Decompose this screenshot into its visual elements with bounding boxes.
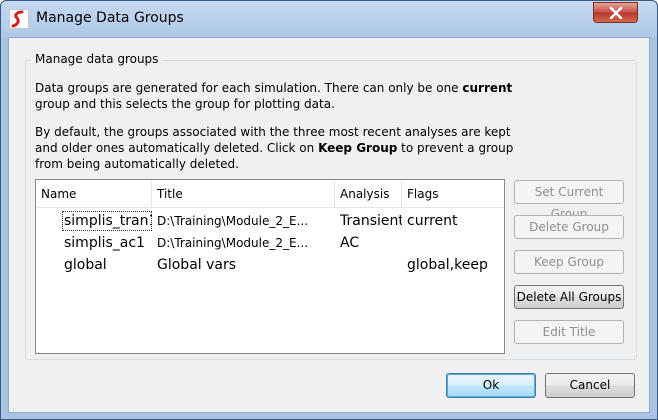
cell-flags: global,keep [407,257,488,273]
cell-title: D:\Training\Module_2_E... [157,214,309,228]
para1-text-1: Data groups are generated for each simul… [35,81,463,95]
description-paragraph-2: By default, the groups associated with t… [35,124,515,172]
cell-flags [407,232,502,254]
close-button[interactable] [593,2,638,23]
cell-analysis: AC [340,235,360,251]
data-groups-list[interactable]: Name Title Analysis Flags simplis_tran1 … [35,179,505,354]
cell-analysis [340,254,402,276]
cancel-button[interactable]: Cancel [545,373,635,398]
simplis-logo-icon[interactable] [9,9,29,29]
dialog-window: Manage Data Groups Manage data groups Da… [0,0,658,420]
para2-bold-keep-group: Keep Group [318,141,398,155]
table-row[interactable]: simplis_tran1 D:\Training\Module_2_E... … [36,210,504,232]
set-current-group-button[interactable]: Set Current Group [514,180,624,221]
cell-name: simplis_tran1 [64,213,152,229]
cell-title: Global vars [157,257,237,273]
ok-button[interactable]: Ok [446,373,536,398]
delete-all-groups-button[interactable]: Delete All Groups [514,285,624,309]
dialog-client-area: Manage data groups Data groups are gener… [8,37,650,413]
cell-analysis: Transient [340,213,402,229]
keep-group-button[interactable]: Keep Group [514,250,624,274]
close-icon [609,7,623,19]
para1-text-2: group and this selects the group for plo… [35,97,335,111]
cell-name: simplis_ac1 [64,235,145,251]
cell-name: global [64,257,107,273]
column-header-flags[interactable]: Flags [402,180,504,208]
list-header: Name Title Analysis Flags [36,180,504,208]
window-title: Manage Data Groups [36,10,184,26]
cell-flags: current [407,213,458,229]
edit-title-button[interactable]: Edit Title [514,320,624,344]
column-header-name[interactable]: Name [36,180,152,208]
groupbox-label: Manage data groups [31,52,163,66]
description-paragraph-1: Data groups are generated for each simul… [35,80,515,112]
title-bar[interactable]: Manage Data Groups [1,1,657,37]
column-header-analysis[interactable]: Analysis [335,180,402,208]
table-row[interactable]: global Global vars global,keep [36,254,504,276]
para1-bold-current: current [462,81,513,95]
table-row[interactable]: simplis_ac1 D:\Training\Module_2_E... AC [36,232,504,254]
column-header-title[interactable]: Title [152,180,335,208]
cell-title: D:\Training\Module_2_E... [157,236,309,250]
delete-group-button[interactable]: Delete Group [514,215,624,239]
